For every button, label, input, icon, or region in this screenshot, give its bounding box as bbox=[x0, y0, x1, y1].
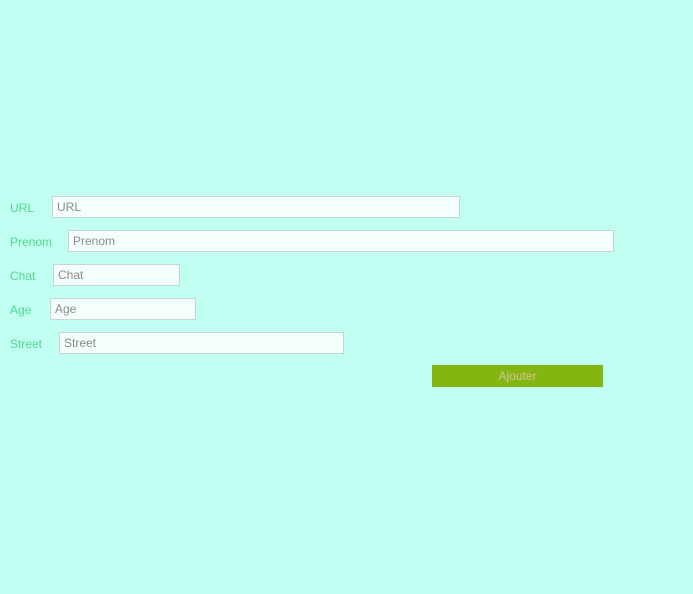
street-input[interactable] bbox=[59, 332, 344, 354]
street-label: Street bbox=[10, 337, 43, 351]
prenom-input[interactable] bbox=[68, 230, 614, 252]
url-input[interactable] bbox=[52, 196, 460, 218]
age-input[interactable] bbox=[50, 298, 196, 320]
chat-input[interactable] bbox=[53, 264, 180, 286]
prenom-label: Prenom bbox=[10, 235, 53, 249]
ajouter-button[interactable]: Ajouter bbox=[432, 365, 603, 387]
chat-label: Chat bbox=[10, 269, 36, 283]
add-form: URL Prenom Chat Age Street Ajouter bbox=[0, 0, 693, 594]
url-label: URL bbox=[10, 201, 35, 215]
age-label: Age bbox=[10, 303, 32, 317]
